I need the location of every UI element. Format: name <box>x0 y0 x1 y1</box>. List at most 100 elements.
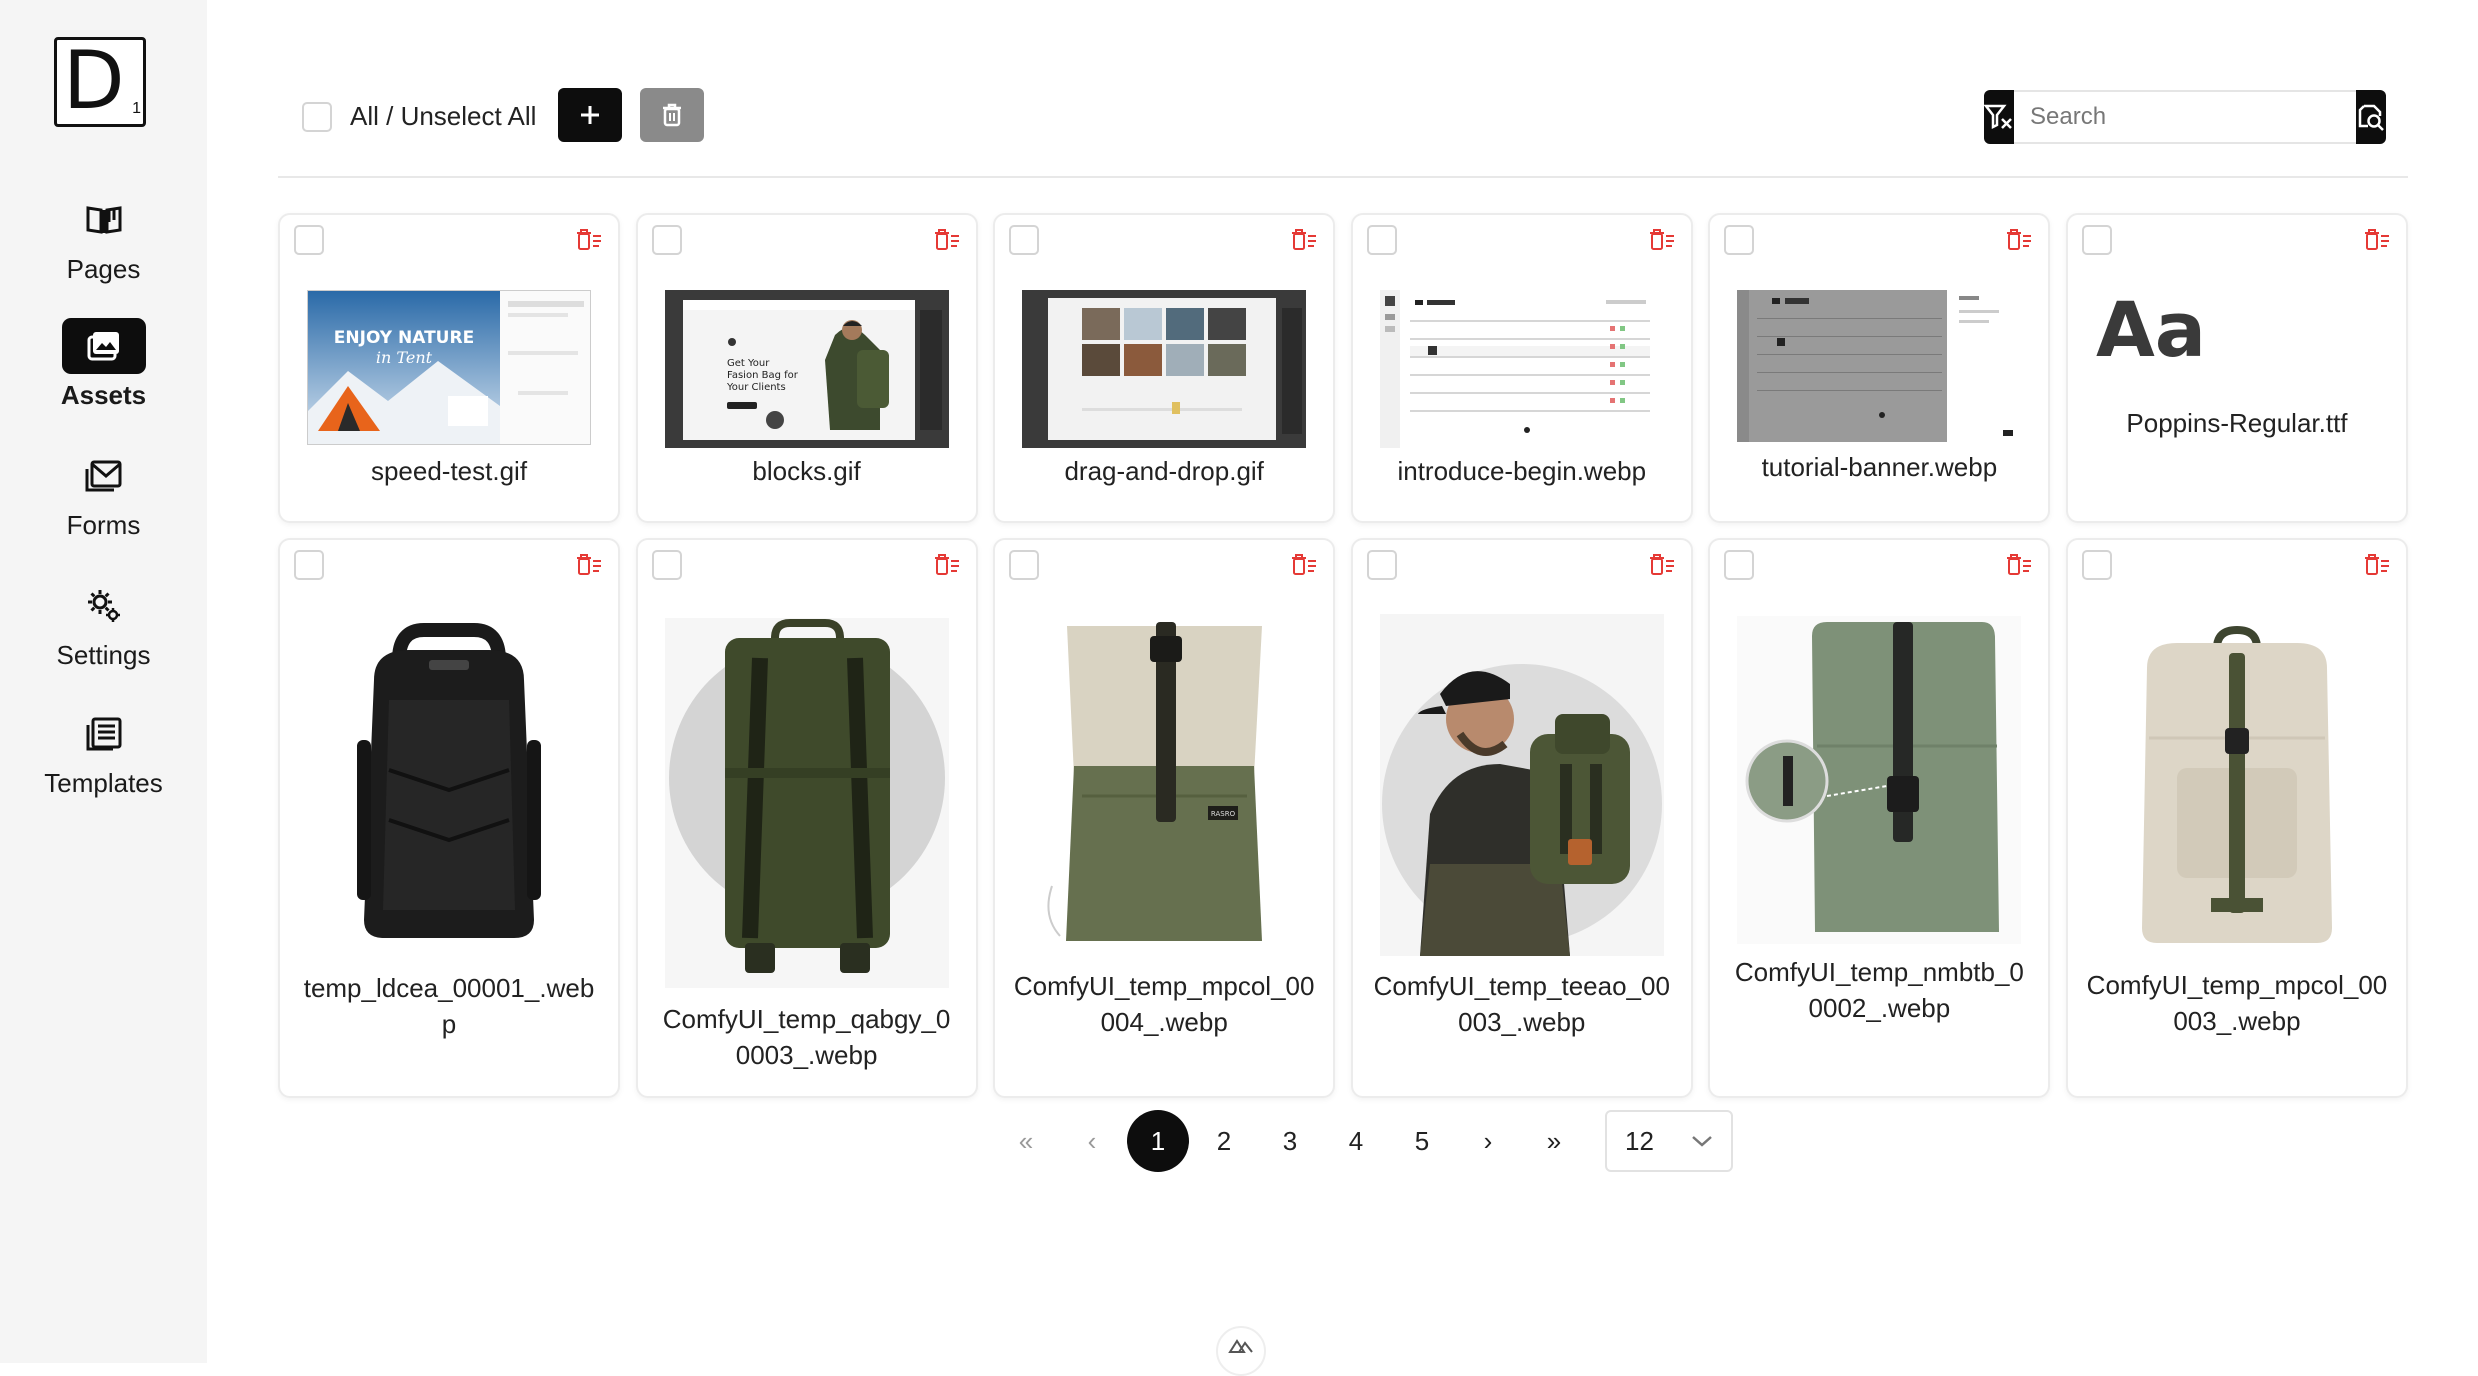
asset-filename: ComfyUI_temp_mpcol_00004_.webp <box>1013 971 1315 1037</box>
asset-checkbox[interactable] <box>294 225 324 255</box>
asset-thumbnail: ENJOY NATURE in Tent <box>307 290 591 445</box>
asset-checkbox[interactable] <box>651 225 682 255</box>
asset-filename: Poppins-Regular.ttf <box>2126 408 2348 438</box>
asset-grid-row-2: temp_ldcea_00001_.webp ComfyUI_temp_qabg… <box>278 538 2408 1098</box>
next-page-button[interactable]: › <box>1455 1110 1521 1172</box>
asset-thumbnail <box>2107 618 2367 950</box>
asset-checkbox[interactable] <box>1366 550 1397 580</box>
app-logo[interactable]: D 1 <box>54 34 146 127</box>
delete-asset-icon[interactable] <box>574 550 604 580</box>
sidebar-item-assets[interactable]: Assets <box>0 318 207 411</box>
font-preview-glyphs: Aa <box>2095 285 2207 374</box>
select-all-control[interactable]: All / Unselect All <box>302 101 536 132</box>
select-all-label[interactable]: All / Unselect All <box>350 101 536 132</box>
sidebar-item-label: Pages <box>66 254 141 284</box>
sidebar-item-label: Forms <box>66 510 141 540</box>
search-button[interactable] <box>2356 90 2386 144</box>
sidebar-item-templates[interactable]: Templates <box>0 706 207 799</box>
asset-filename: ComfyUI_temp_mpcol_00003_.webp <box>2086 970 2388 1036</box>
delete-asset-icon[interactable] <box>932 225 962 255</box>
page-button-1[interactable]: 1 <box>1125 1110 1191 1172</box>
search-document-icon <box>2358 104 2384 131</box>
asset-checkbox[interactable] <box>1724 225 1755 255</box>
asset-card[interactable]: RASRO ComfyUI_temp_mpcol_00004_.webp <box>993 538 1336 1098</box>
delete-asset-icon[interactable] <box>932 550 962 580</box>
thumb-tent-subline: in Tent <box>376 348 433 367</box>
sidebar-item-label: Templates <box>44 768 163 798</box>
asset-thumbnail <box>664 618 949 988</box>
delete-asset-icon[interactable] <box>1647 550 1677 580</box>
page-number: 1 <box>1127 1110 1189 1172</box>
chevron-down-icon <box>1692 1136 1712 1147</box>
search-group <box>1984 90 2386 144</box>
asset-card[interactable]: temp_ldcea_00001_.webp <box>278 538 620 1098</box>
per-page-select[interactable]: 12 <box>1605 1110 1733 1172</box>
book-open-icon <box>62 192 146 248</box>
sidebar-item-label: Assets <box>60 380 147 410</box>
delete-asset-icon[interactable] <box>574 225 604 255</box>
asset-checkbox[interactable] <box>1366 225 1397 255</box>
asset-card[interactable]: ENJOY NATURE in Tent speed-test.gif <box>278 213 620 523</box>
prev-page-button[interactable]: ‹ <box>1059 1110 1125 1172</box>
asset-thumbnail <box>1737 616 2022 944</box>
asset-filename: tutorial-banner.webp <box>1761 452 1998 482</box>
page-button-3[interactable]: 3 <box>1257 1110 1323 1172</box>
asset-thumbnail <box>1022 290 1307 448</box>
asset-checkbox[interactable] <box>1724 550 1755 580</box>
delete-asset-icon[interactable] <box>1289 550 1319 580</box>
delete-asset-icon[interactable] <box>2362 550 2392 580</box>
image-icon <box>61 318 146 374</box>
logo-sub: 1 <box>132 100 141 117</box>
sidebar: D 1 Pages Assets Forms Settings Template… <box>0 0 207 1363</box>
pagination: « ‹ 1 2 3 4 5 › » 12 <box>993 1110 1733 1172</box>
page-button-4[interactable]: 4 <box>1323 1110 1389 1172</box>
asset-card[interactable]: ComfyUI_temp_qabgy_00003_.webp <box>635 538 978 1098</box>
toolbar-divider <box>278 176 2408 178</box>
asset-checkbox[interactable] <box>294 550 324 580</box>
asset-card[interactable]: tutorial-banner.webp <box>1708 213 2051 523</box>
sidebar-item-pages[interactable]: Pages <box>0 192 207 285</box>
asset-card[interactable]: drag-and-drop.gif <box>993 213 1336 523</box>
asset-thumbnail: RASRO <box>1022 616 1306 956</box>
thumb-bag-line-1: Get Your <box>727 358 770 369</box>
delete-asset-icon[interactable] <box>2004 225 2034 255</box>
asset-card[interactable]: introduce-begin.webp <box>1350 213 1693 523</box>
asset-checkbox[interactable] <box>2081 225 2112 255</box>
asset-card[interactable]: ComfyUI_temp_nmbtb_00002_.webp <box>1708 538 2051 1098</box>
select-all-checkbox[interactable] <box>302 101 332 132</box>
asset-card[interactable]: Aa Poppins-Regular.ttf <box>2065 213 2408 523</box>
last-page-button[interactable]: » <box>1521 1110 1587 1172</box>
add-asset-button[interactable] <box>558 88 622 142</box>
asset-card[interactable]: Get Your Fasion Bag for Your Clients blo… <box>635 213 978 523</box>
sidebar-item-label: Settings <box>56 640 151 670</box>
asset-checkbox[interactable] <box>1009 225 1040 255</box>
thumb-backpack-tag: RASRO <box>1211 810 1236 818</box>
page-button-5[interactable]: 5 <box>1389 1110 1455 1172</box>
asset-card[interactable]: ComfyUI_temp_teeao_00003_.webp <box>1350 538 1693 1098</box>
logo-letter: D <box>63 34 125 127</box>
asset-card[interactable]: ComfyUI_temp_mpcol_00003_.webp <box>2065 538 2408 1098</box>
delete-asset-icon[interactable] <box>1647 225 1677 255</box>
page-button-2[interactable]: 2 <box>1191 1110 1257 1172</box>
asset-grid-row-1: ENJOY NATURE in Tent speed-test.gif Get … <box>278 213 2408 523</box>
clear-filter-button[interactable] <box>1984 90 2014 144</box>
asset-filename: blocks.gif <box>752 456 861 486</box>
devtools-toggle-icon[interactable] <box>1216 1326 1266 1376</box>
asset-thumbnail: Get Your Fasion Bag for Your Clients <box>664 290 949 448</box>
asset-checkbox[interactable] <box>2081 550 2112 580</box>
font-preview: Aa <box>2096 285 2216 375</box>
asset-checkbox[interactable] <box>651 550 682 580</box>
sidebar-item-settings[interactable]: Settings <box>0 578 207 671</box>
asset-thumbnail <box>1737 290 2022 442</box>
asset-checkbox[interactable] <box>1009 550 1040 580</box>
delete-asset-icon[interactable] <box>2362 225 2392 255</box>
asset-thumbnail <box>329 620 569 950</box>
sidebar-item-forms[interactable]: Forms <box>0 448 207 541</box>
list-document-icon <box>62 706 146 762</box>
search-input[interactable] <box>2014 90 2356 144</box>
asset-filename: speed-test.gif <box>370 456 528 486</box>
first-page-button[interactable]: « <box>993 1110 1059 1172</box>
delete-selected-button[interactable] <box>640 88 704 142</box>
delete-asset-icon[interactable] <box>1289 225 1319 255</box>
delete-asset-icon[interactable] <box>2004 550 2034 580</box>
